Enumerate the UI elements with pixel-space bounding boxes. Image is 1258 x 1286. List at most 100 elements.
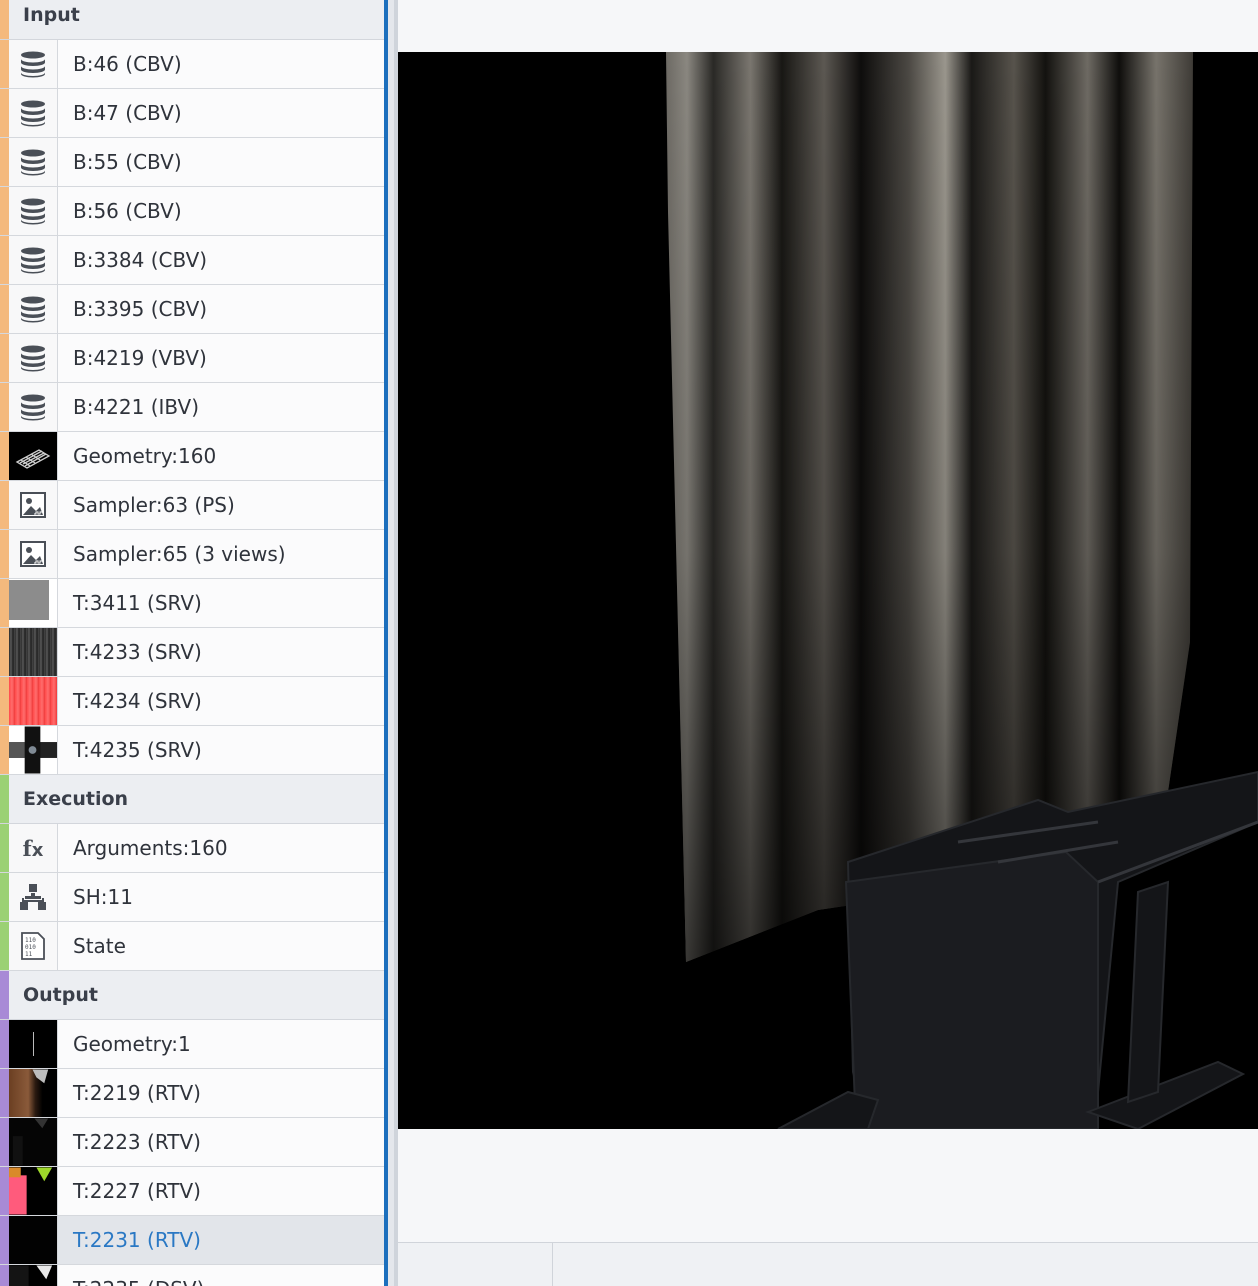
function-icon: fx: [9, 824, 58, 872]
resource-label: B:47 (CBV): [73, 101, 182, 125]
svg-text:110: 110: [25, 937, 36, 944]
resource-row-t2227[interactable]: T:2227 (RTV): [0, 1167, 384, 1216]
section-accent: [0, 1216, 9, 1264]
output-section-header[interactable]: Output: [0, 971, 384, 1020]
section-accent: [0, 432, 9, 480]
resource-row-b4219[interactable]: B:4219 (VBV): [0, 334, 384, 383]
resource-label: B:56 (CBV): [73, 199, 182, 223]
panel-splitter[interactable]: [388, 0, 398, 1286]
section-accent: [0, 40, 9, 88]
resource-row-t3411[interactable]: T:3411 (SRV): [0, 579, 384, 628]
database-icon: [9, 138, 58, 186]
resource-row-t2235[interactable]: T:2235 (DSV): [0, 1265, 384, 1286]
section-accent: [0, 334, 9, 382]
rtv-thumbnail: [9, 1167, 58, 1215]
resource-row-geometry1[interactable]: Geometry:1: [0, 1020, 384, 1069]
resource-row-arguments160[interactable]: fx Arguments:160: [0, 824, 384, 873]
resource-label: B:46 (CBV): [73, 52, 182, 76]
state-icon: 110 010 11: [9, 922, 58, 970]
resource-label: B:4221 (IBV): [73, 395, 200, 419]
resource-label: Sampler:65 (3 views): [73, 542, 286, 566]
section-accent: [0, 1118, 9, 1166]
section-accent: [0, 579, 9, 627]
resource-row-t4235[interactable]: T:4235 (SRV): [0, 726, 384, 775]
resource-row-b47[interactable]: B:47 (CBV): [0, 89, 384, 138]
section-accent: [0, 726, 9, 774]
resource-row-b3395[interactable]: B:3395 (CBV): [0, 285, 384, 334]
section-accent: [0, 922, 9, 970]
database-icon: [9, 383, 58, 431]
resource-list-panel[interactable]: Input B:46 (CBV) B:47 (CBV) B:55 (CBV) B…: [0, 0, 384, 1286]
database-icon: [9, 236, 58, 284]
resource-label: SH:11: [73, 885, 133, 909]
section-accent: [0, 285, 9, 333]
section-accent: [0, 677, 9, 725]
resource-label: Geometry:1: [73, 1032, 191, 1056]
section-accent: [0, 1069, 9, 1117]
database-icon: [9, 40, 58, 88]
resource-label: Geometry:160: [73, 444, 217, 468]
database-icon: [9, 285, 58, 333]
resource-row-t2231[interactable]: T:2231 (RTV): [0, 1216, 384, 1265]
rtv-thumbnail: [9, 1118, 58, 1166]
section-accent: [0, 1265, 9, 1286]
resource-label: T:2227 (RTV): [73, 1179, 201, 1203]
resource-row-sh11[interactable]: SH:11: [0, 873, 384, 922]
resource-label: T:4233 (SRV): [73, 640, 202, 664]
rendered-scene-image: [666, 52, 1258, 1129]
resource-row-sampler63[interactable]: Sampler:63 (PS): [0, 481, 384, 530]
rtv-thumbnail: [9, 1069, 58, 1117]
resource-row-t4233[interactable]: T:4233 (SRV): [0, 628, 384, 677]
dsv-thumbnail: [9, 1265, 58, 1286]
render-target-viewport[interactable]: [398, 52, 1258, 1129]
output-section-title: Output: [23, 984, 98, 1006]
section-accent: [0, 628, 9, 676]
resource-row-geometry160[interactable]: Geometry:160: [0, 432, 384, 481]
app-window: Input B:46 (CBV) B:47 (CBV) B:55 (CBV) B…: [0, 0, 1258, 1286]
resource-label: Arguments:160: [73, 836, 228, 860]
resource-row-state[interactable]: 110 010 11 State: [0, 922, 384, 971]
section-accent: [0, 1020, 9, 1068]
resource-label: Sampler:63 (PS): [73, 493, 235, 517]
database-icon: [9, 89, 58, 137]
resource-label: B:4219 (VBV): [73, 346, 207, 370]
resource-row-b3384[interactable]: B:3384 (CBV): [0, 236, 384, 285]
resource-label: T:2235 (DSV): [73, 1265, 204, 1286]
resource-row-b4221[interactable]: B:4221 (IBV): [0, 383, 384, 432]
status-bar: [398, 1242, 1258, 1286]
section-accent: [0, 383, 9, 431]
resource-row-t2219[interactable]: T:2219 (RTV): [0, 1069, 384, 1118]
red-texture-thumbnail: [9, 677, 58, 725]
input-section-header[interactable]: Input: [0, 0, 384, 40]
resource-label: T:4234 (SRV): [73, 689, 202, 713]
resource-row-t4234[interactable]: T:4234 (SRV): [0, 677, 384, 726]
input-section-title: Input: [23, 4, 80, 26]
shader-hierarchy-icon: [9, 873, 58, 921]
geometry-thumbnail: [9, 432, 58, 480]
resource-label: B:3395 (CBV): [73, 297, 208, 321]
execution-section-header[interactable]: Execution: [0, 775, 384, 824]
database-icon: [9, 334, 58, 382]
section-accent: [0, 775, 9, 823]
section-accent: [0, 530, 9, 578]
svg-text:11: 11: [25, 951, 33, 958]
resource-label: State: [73, 934, 126, 958]
resource-row-sampler65[interactable]: Sampler:65 (3 views): [0, 530, 384, 579]
status-bar-segment: [398, 1243, 553, 1286]
cross-texture-thumbnail: [9, 726, 58, 774]
section-accent: [0, 1167, 9, 1215]
resource-label: B:55 (CBV): [73, 150, 182, 174]
section-accent: [0, 481, 9, 529]
section-accent: [0, 89, 9, 137]
gray-swatch: [9, 580, 49, 620]
resource-row-t2223[interactable]: T:2223 (RTV): [0, 1118, 384, 1167]
geometry-output-thumbnail: [9, 1020, 58, 1068]
image-icon: [9, 530, 58, 578]
resource-row-b55[interactable]: B:55 (CBV): [0, 138, 384, 187]
resource-row-b56[interactable]: B:56 (CBV): [0, 187, 384, 236]
gray-texture-thumbnail: [9, 579, 58, 627]
section-accent: [0, 187, 9, 235]
resource-label: T:2231 (RTV): [73, 1228, 201, 1252]
resource-row-b46[interactable]: B:46 (CBV): [0, 40, 384, 89]
rtv-thumbnail: [9, 1216, 58, 1264]
